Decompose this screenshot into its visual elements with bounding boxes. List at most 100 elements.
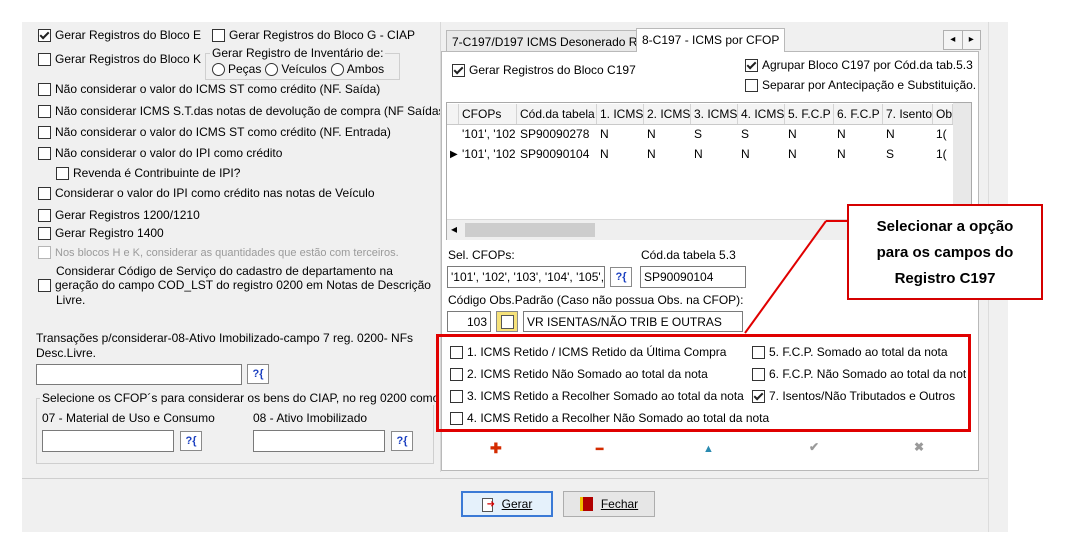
cell-icms-3[interactable]: N — [691, 145, 738, 164]
radio-ambos[interactable]: Ambos — [330, 62, 384, 76]
checkbox-ipi-credito[interactable]: Não considerar o valor do IPI como crédi… — [38, 146, 282, 160]
codigo-obs-input[interactable]: 103 — [447, 311, 491, 332]
checkbox-revenda-ipi[interactable]: Revenda é Contribuinte de IPI? — [56, 166, 240, 180]
checkbox-registro-1400[interactable]: Gerar Registro 1400 — [38, 226, 164, 240]
radio-circle[interactable] — [212, 62, 225, 76]
radio-circle[interactable] — [330, 62, 344, 76]
cell-icms-1[interactable]: N — [597, 125, 644, 144]
cell-cod-tabela[interactable]: SP90090278 — [517, 125, 597, 144]
checkbox-box[interactable] — [38, 28, 51, 42]
sel-cfops-input[interactable]: '101', '102', '103', '104', '105', — [447, 266, 605, 288]
checkbox-box[interactable] — [38, 208, 51, 222]
checkbox-separar[interactable]: Separar por Antecipação e Substituição. — [745, 78, 976, 92]
cell-fcp-6[interactable]: N — [834, 125, 883, 144]
codigo-servico-label-line3: Livre. — [56, 293, 86, 307]
cancel-icon[interactable]: ✖ — [914, 440, 924, 454]
checkbox-box[interactable] — [56, 166, 69, 180]
checkbox-box[interactable] — [38, 52, 51, 66]
checkbox-box[interactable] — [745, 78, 758, 92]
tab-scroll-right-icon[interactable]: ▸ — [963, 31, 981, 49]
table-row[interactable]: ▶ '101', '102 SP90090104 N N N N N N S 1… — [447, 145, 953, 164]
cell-icms-2[interactable]: N — [644, 145, 691, 164]
radio-pecas[interactable]: Peças — [212, 62, 261, 76]
checkbox-box[interactable] — [452, 63, 465, 77]
grid-vertical-scrollbar[interactable] — [953, 103, 971, 219]
col-icms-1[interactable]: 1. ICMS — [597, 104, 644, 124]
ciap-08-lookup-button[interactable]: ?{ — [391, 431, 413, 451]
cell-icms-1[interactable]: N — [597, 145, 644, 164]
col-cfops[interactable]: CFOPs — [459, 104, 517, 124]
ciap-08-input[interactable] — [253, 430, 385, 452]
checkbox-codigo-servico[interactable]: geração do campo COD_LST do registro 020… — [38, 278, 431, 292]
checkbox-blocos-hk[interactable]: Nos blocos H e K, considerar as quantida… — [38, 246, 399, 259]
transacoes-lookup-button[interactable]: ?{ — [247, 364, 269, 384]
checkbox-box[interactable] — [38, 146, 51, 160]
col-obs[interactable]: Ob — [933, 104, 953, 124]
checkbox-ipi-veiculo[interactable]: Considerar o valor do IPI como crédito n… — [38, 186, 375, 200]
tab-c197-desonerado[interactable]: 7-C197/D197 ICMS Desonerado RJ — [446, 30, 650, 52]
checkbox-box[interactable] — [38, 125, 51, 139]
tab-c197-icms-cfop[interactable]: 8-C197 - ICMS por CFOP — [636, 28, 786, 52]
obs-lookup-button[interactable] — [496, 311, 518, 332]
cell-fcp-6[interactable]: N — [834, 145, 883, 164]
checkbox-box[interactable] — [38, 186, 51, 200]
cell-obs[interactable]: 1( — [933, 145, 953, 164]
cell-cod-tabela[interactable]: SP90090104 — [517, 145, 597, 164]
checkbox-bloco-c197[interactable]: Gerar Registros do Bloco C197 — [452, 63, 636, 77]
scroll-left-icon[interactable]: ◂ — [451, 222, 457, 236]
checkbox-bloco-g[interactable]: Gerar Registros do Bloco G - CIAP — [212, 28, 415, 42]
radio-veiculos[interactable]: Veículos — [265, 62, 327, 76]
checkbox-icms-st-entrada[interactable]: Não considerar o valor do ICMS ST como c… — [38, 125, 391, 139]
add-icon[interactable]: ✚ — [490, 440, 502, 457]
remove-icon[interactable]: ━ — [596, 442, 603, 456]
ciap-07-lookup-button[interactable]: ?{ — [180, 431, 202, 451]
ciap-08-label: 08 - Ativo Imobilizado — [253, 411, 368, 425]
cell-isento-7[interactable]: S — [883, 145, 933, 164]
col-fcp-6[interactable]: 6. F.C.P — [834, 104, 883, 124]
cell-icms-4[interactable]: S — [738, 125, 785, 144]
cell-obs[interactable]: 1( — [933, 125, 953, 144]
sel-cfops-label: Sel. CFOPs: — [448, 248, 515, 262]
checkbox-box[interactable] — [38, 278, 51, 292]
checkbox-registros-1200[interactable]: Gerar Registros 1200/1210 — [38, 208, 200, 222]
cod-tabela-input[interactable]: SP90090104 — [640, 266, 746, 288]
obs-text-input[interactable]: VR ISENTAS/NÃO TRIB E OUTRAS — [523, 311, 743, 332]
checkbox-bloco-k[interactable]: Gerar Registros do Bloco K — [38, 52, 201, 66]
cell-icms-2[interactable]: N — [644, 125, 691, 144]
checkbox-agrupar-c197[interactable]: Agrupar Bloco C197 por Cód.da tab.5.3 — [745, 58, 973, 72]
cell-fcp-5[interactable]: N — [785, 125, 834, 144]
cell-icms-3[interactable]: S — [691, 125, 738, 144]
checkbox-icms-st-saida[interactable]: Não considerar o valor do ICMS ST como c… — [38, 82, 380, 96]
cell-cfops[interactable]: '101', '102 — [459, 125, 517, 144]
cell-icms-4[interactable]: N — [738, 145, 785, 164]
transacoes-input[interactable] — [36, 364, 242, 385]
checkbox-icms-st-devolucao[interactable]: Não considerar ICMS S.T.das notas de dev… — [38, 104, 449, 118]
col-fcp-5[interactable]: 5. F.C.P — [785, 104, 834, 124]
col-cod-tabela[interactable]: Cód.da tabela — [517, 104, 597, 124]
gerar-button[interactable]: ➜ Gerar — [461, 491, 553, 517]
col-isento-7[interactable]: 7. Isento — [883, 104, 933, 124]
scroll-thumb[interactable] — [465, 223, 595, 237]
cell-cfops[interactable]: '101', '102 — [459, 145, 517, 164]
col-icms-4[interactable]: 4. ICMS — [738, 104, 785, 124]
grid-indicator-header — [447, 104, 459, 124]
cell-isento-7[interactable]: N — [883, 125, 933, 144]
col-icms-2[interactable]: 2. ICMS — [644, 104, 691, 124]
checkbox-box[interactable] — [745, 58, 758, 72]
sel-cfops-lookup-button[interactable]: ?{ — [610, 267, 632, 287]
col-icms-3[interactable]: 3. ICMS — [691, 104, 738, 124]
tab-scroll-left-icon[interactable]: ◂ — [944, 31, 963, 49]
checkbox-box[interactable] — [38, 226, 51, 240]
checkbox-box[interactable] — [38, 246, 51, 259]
checkbox-box[interactable] — [38, 82, 51, 96]
fechar-button[interactable]: Fechar — [563, 491, 655, 517]
up-arrow-icon[interactable]: ▲ — [703, 443, 714, 455]
checkbox-bloco-e[interactable]: Gerar Registros do Bloco E — [38, 28, 201, 42]
radio-circle[interactable] — [265, 62, 279, 76]
table-row[interactable]: '101', '102 SP90090278 N N S S N N N 1( — [447, 125, 953, 144]
checkbox-box[interactable] — [38, 104, 51, 118]
cell-fcp-5[interactable]: N — [785, 145, 834, 164]
checkbox-box[interactable] — [212, 28, 225, 42]
confirm-icon[interactable]: ✔ — [809, 440, 819, 454]
ciap-07-input[interactable] — [42, 430, 174, 452]
